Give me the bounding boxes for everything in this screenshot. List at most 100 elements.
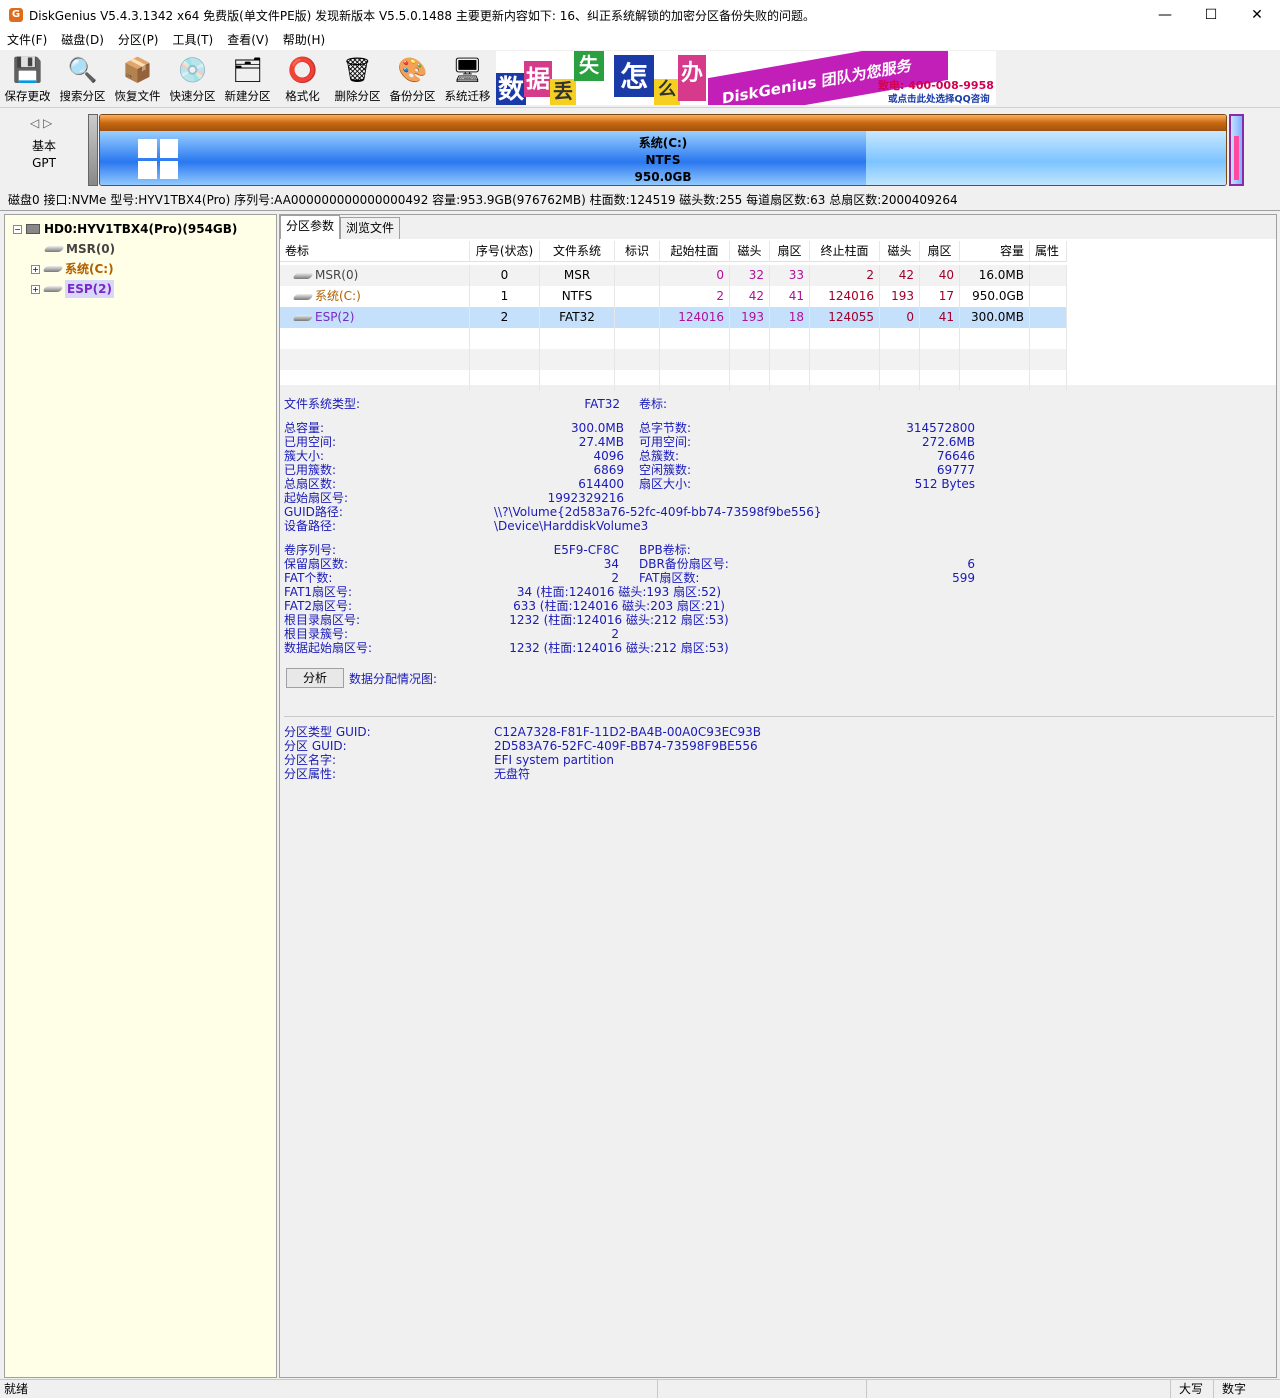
detail-value: 314572800 <box>906 421 975 435</box>
cell: 2 <box>470 307 540 328</box>
cell: 124016 <box>810 286 880 307</box>
status-caps: 大写 <box>1170 1380 1213 1398</box>
tree-item-c[interactable]: + 系统(C:) <box>31 260 114 278</box>
cell: 33 <box>770 265 810 286</box>
delete-partition-button[interactable]: 🗑 删除分区 <box>330 50 385 106</box>
search-icon: 🔍 <box>67 56 98 84</box>
tree-item-msr[interactable]: MSR(0) <box>43 240 115 258</box>
detail-label: 空闲簇数: <box>639 463 692 477</box>
col-header[interactable]: 序号(状态) <box>470 241 540 262</box>
col-header[interactable]: 起始柱面 <box>660 241 730 262</box>
disk-map-panel: ◁ ▷ 基本 GPT 系统(C:) NTFS 950.0GB <box>0 107 1280 189</box>
cell <box>1030 265 1067 286</box>
migrate-icon: 🖥 <box>452 56 483 84</box>
maximize-button[interactable]: ☐ <box>1188 0 1234 30</box>
tree-disk-hd0[interactable]: − HD0:HYV1TBX4(Pro)(954GB) <box>13 220 237 238</box>
cell: 0 <box>880 307 920 328</box>
menu-help[interactable]: 帮助(H) <box>276 30 332 50</box>
menu-view[interactable]: 查看(V) <box>220 30 276 50</box>
cell: 18 <box>770 307 810 328</box>
partition-block-c[interactable]: 系统(C:) NTFS 950.0GB <box>99 114 1227 186</box>
detail-value: C12A7328-F81F-11D2-BA4B-00A0C93EC93B <box>494 725 762 739</box>
menu-file[interactable]: 文件(F) <box>0 30 54 50</box>
detail-row: 根目录簇号: 2 <box>284 627 754 641</box>
partition-block-msr[interactable] <box>88 114 98 186</box>
menu-tools[interactable]: 工具(T) <box>166 30 221 50</box>
search-partition-button[interactable]: 🔍 搜索分区 <box>55 50 110 106</box>
cell: NTFS <box>540 286 615 307</box>
detail-value: 4096 <box>593 449 624 463</box>
analyze-button[interactable]: 分析 <box>286 668 344 688</box>
col-header[interactable]: 属性 <box>1030 241 1067 262</box>
partition-icon <box>42 266 64 272</box>
tool-label: 新建分区 <box>224 89 271 103</box>
col-header[interactable]: 文件系统 <box>540 241 615 262</box>
new-partition-button[interactable]: 🗂 新建分区 <box>220 50 275 106</box>
banner-qq-link[interactable]: 或点击此处选择QQ咨询 <box>888 91 990 105</box>
expand-icon[interactable]: + <box>31 264 40 274</box>
partition-table: 卷标 序号(状态) 文件系统 标识 起始柱面 磁头 扇区 终止柱面 磁头 扇区 … <box>280 239 1276 391</box>
table-header: 卷标 序号(状态) 文件系统 标识 起始柱面 磁头 扇区 终止柱面 磁头 扇区 … <box>280 241 1067 262</box>
col-header[interactable]: 磁头 <box>730 241 770 262</box>
menu-disk[interactable]: 磁盘(D) <box>54 30 111 50</box>
detail-value: 1992329216 <box>547 491 624 505</box>
detail-label: 可用空间: <box>639 435 692 449</box>
tree-item-esp[interactable]: + ESP(2) <box>31 280 114 298</box>
detail-value: 300.0MB <box>571 421 624 435</box>
table-row-empty <box>280 349 1067 370</box>
recover-icon: 📦 <box>122 56 153 84</box>
cell <box>1030 286 1067 307</box>
minimize-button[interactable]: — <box>1142 0 1188 30</box>
col-header[interactable]: 扇区 <box>770 241 810 262</box>
detail-label: 簇大小: <box>284 449 325 463</box>
col-header[interactable]: 容量 <box>960 241 1030 262</box>
guid-block: 分区类型 GUID: C12A7328-F81F-11D2-BA4B-00A0C9… <box>284 725 884 781</box>
detail-value: 2 <box>611 627 619 641</box>
col-header[interactable]: 终止柱面 <box>810 241 880 262</box>
tree-item-label: 系统(C:) <box>65 262 114 276</box>
table-row-selected[interactable]: ESP(2) 2 FAT32 124016 193 18 124055 0 41… <box>280 307 1067 328</box>
col-header[interactable]: 标识 <box>615 241 660 262</box>
detail-label: 总字节数: <box>639 421 692 435</box>
promo-banner[interactable]: 数 据 丢 失 怎 么 办 DiskGenius 团队为您服务 致电: 400-… <box>496 51 996 105</box>
close-button[interactable]: ✕ <box>1234 0 1280 30</box>
disk-nav-arrows[interactable]: ◁ ▷ <box>30 116 52 130</box>
tool-label: 删除分区 <box>334 89 381 103</box>
cell: MSR <box>540 265 615 286</box>
table-row[interactable]: 系统(C:) 1 NTFS 2 42 41 124016 193 17 950.… <box>280 286 1067 307</box>
expand-icon[interactable]: + <box>31 284 40 294</box>
system-migration-button[interactable]: 🖥 系统迁移 <box>440 50 495 106</box>
table-row[interactable]: MSR(0) 0 MSR 0 32 33 2 42 40 16.0MB <box>280 265 1067 286</box>
detail-value: EFI system partition <box>494 753 614 767</box>
recover-files-button[interactable]: 📦 恢复文件 <box>110 50 165 106</box>
detail-label: FAT扇区数: <box>639 571 700 585</box>
menu-partition[interactable]: 分区(P) <box>111 30 166 50</box>
col-header[interactable]: 卷标 <box>280 241 470 262</box>
title-bar: G DiskGenius V5.4.3.1342 x64 免费版(单文件PE版)… <box>0 0 1280 30</box>
col-header[interactable]: 扇区 <box>920 241 960 262</box>
status-num: 数字 <box>1213 1380 1280 1398</box>
backup-partition-button[interactable]: 🎨 备份分区 <box>385 50 440 106</box>
partition-block-esp[interactable] <box>1229 114 1244 186</box>
detail-row: FAT1扇区号: 34 (柱面:124016 磁头:193 扇区:52) <box>284 585 754 599</box>
detail-row: BPB卷标: <box>639 543 975 557</box>
tool-label: 系统迁移 <box>444 89 491 103</box>
col-header[interactable]: 磁头 <box>880 241 920 262</box>
detail-row: 可用空间: 272.6MB <box>639 435 975 449</box>
cell-label: ESP(2) <box>315 310 355 324</box>
tool-label: 快速分区 <box>169 89 216 103</box>
tab-browse-files[interactable]: 浏览文件 <box>340 217 401 239</box>
detail-label: 扇区大小: <box>639 477 692 491</box>
detail-row: 已用空间: 27.4MB <box>284 435 624 449</box>
details-group-1-left: 总容量: 300.0MB 已用空间: 27.4MB 簇大小: 4096 已用簇数: 6869 总… <box>284 421 624 505</box>
banner-char: 据 <box>524 61 552 97</box>
window-title: DiskGenius V5.4.3.1342 x64 免费版(单文件PE版) 发… <box>29 8 816 23</box>
table-row-empty <box>280 370 1067 391</box>
partition-icon <box>43 246 65 252</box>
tab-partition-params[interactable]: 分区参数 <box>280 215 341 239</box>
format-button[interactable]: ⭕ 格式化 <box>275 50 330 106</box>
collapse-icon[interactable]: − <box>13 224 22 234</box>
tool-label: 备份分区 <box>389 89 436 103</box>
save-changes-button[interactable]: 💾 保存更改 <box>0 50 55 106</box>
quick-partition-button[interactable]: 💿 快速分区 <box>165 50 220 106</box>
